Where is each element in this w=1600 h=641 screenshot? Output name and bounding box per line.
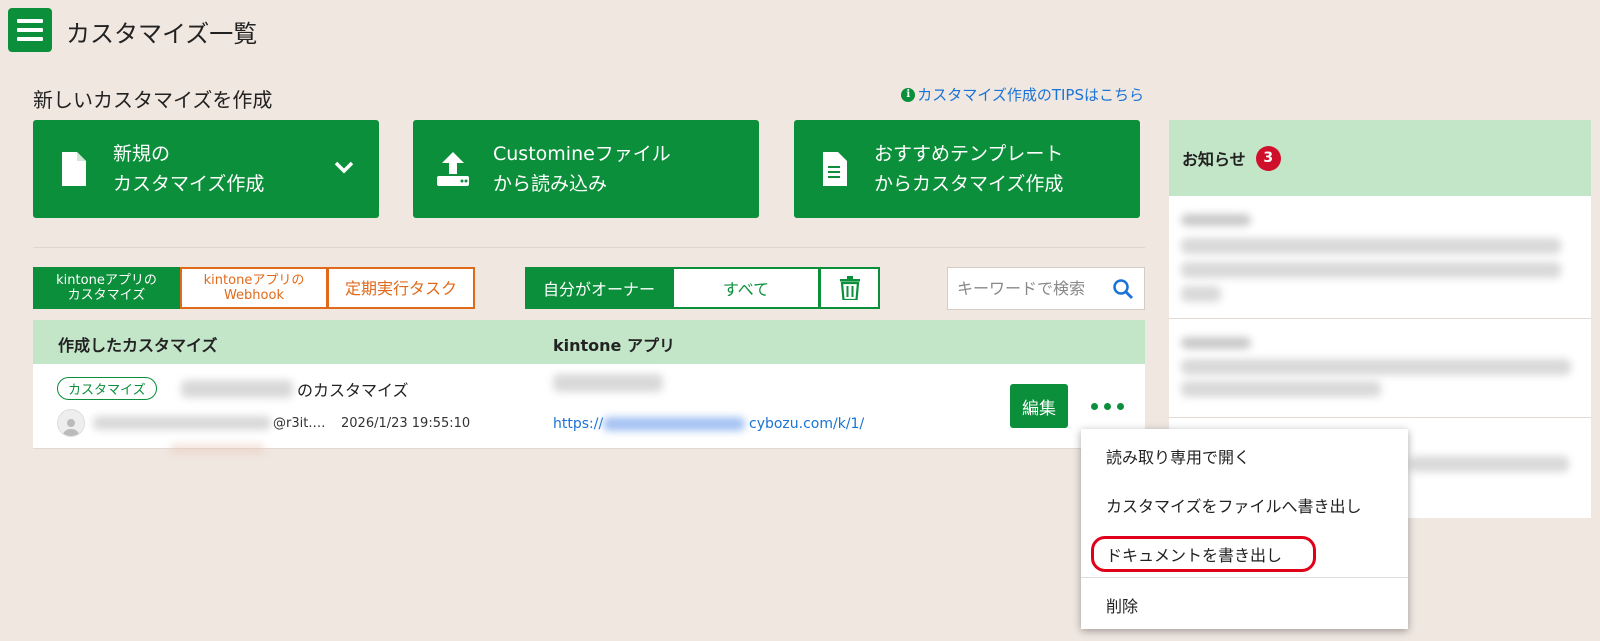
search-box (947, 267, 1145, 310)
menu-icon-bar (17, 37, 43, 41)
app-url-prefix[interactable]: https:// (553, 416, 603, 432)
edit-button[interactable]: 編集 (1010, 384, 1068, 428)
redacted-name (181, 380, 293, 398)
page-title: カスタマイズ一覧 (66, 20, 258, 48)
notice-text (1181, 381, 1381, 397)
import-file-label: Customineファイル から読み込み (493, 143, 671, 195)
notice-text (1181, 286, 1221, 302)
menu-icon-bar (17, 19, 43, 23)
notice-date (1181, 337, 1251, 349)
more-options-menu: 読み取り専用で開く カスタマイズをファイルへ書き出し ドキュメントを書き出し 削… (1081, 429, 1408, 629)
import-file-button[interactable]: Customineファイル から読み込み (413, 120, 759, 218)
redacted-url (603, 417, 745, 431)
trash-icon (839, 276, 860, 300)
tab-kintone-webhook[interactable]: kintoneアプリの Webhook (180, 267, 328, 309)
notice-count-badge: 3 (1255, 145, 1281, 171)
new-customize-button[interactable]: 新規の カスタマイズ作成 (33, 120, 379, 218)
notice-text (1181, 238, 1561, 254)
redacted-owner (93, 416, 271, 430)
upload-icon (413, 152, 493, 186)
menu-button[interactable] (8, 8, 52, 52)
template-button[interactable]: おすすめテンプレート からカスタマイズ作成 (794, 120, 1140, 218)
trash-button[interactable] (819, 267, 880, 309)
info-icon: i (901, 87, 916, 102)
menu-divider (1081, 577, 1408, 578)
table-row[interactable]: カスタマイズ のカスタマイズ @r3it.… 2026/1/23 19:55:1… (33, 364, 1145, 449)
notice-item[interactable] (1169, 196, 1591, 319)
table-header: 作成したカスタマイズ kintone アプリ (33, 320, 1145, 364)
redacted-extra (170, 444, 265, 454)
avatar (57, 409, 85, 437)
more-dot (1103, 402, 1111, 410)
menu-icon-bar (17, 28, 43, 32)
tips-link[interactable]: i カスタマイズ作成のTIPSはこちら (901, 84, 1144, 105)
menu-item-export-document[interactable]: ドキュメントを書き出し (1106, 542, 1282, 566)
notice-title: お知らせ (1182, 150, 1246, 169)
column-header-customize: 作成したカスタマイズ (58, 336, 218, 355)
tab-my-owner[interactable]: 自分がオーナー (525, 267, 673, 309)
file-icon (33, 152, 113, 186)
owner-email: @r3it.… (273, 416, 326, 431)
tab-all[interactable]: すべて (672, 267, 820, 309)
column-header-app: kintone アプリ (553, 336, 675, 355)
type-tag: カスタマイズ (57, 377, 157, 400)
notice-text (1409, 456, 1569, 472)
menu-item-open-readonly[interactable]: 読み取り専用で開く (1106, 444, 1250, 468)
more-options-button[interactable] (1081, 390, 1133, 422)
notice-text (1181, 262, 1561, 278)
updated-date: 2026/1/23 19:55:10 (341, 416, 471, 431)
document-icon (794, 152, 874, 186)
customize-name-suffix: のカスタマイズ (297, 381, 409, 400)
template-label: おすすめテンプレート からカスタマイズ作成 (874, 143, 1064, 195)
divider (33, 247, 1145, 248)
notice-item[interactable] (1169, 319, 1591, 418)
search-icon[interactable] (1112, 278, 1134, 304)
notice-date (1181, 214, 1251, 226)
notice-text (1181, 359, 1571, 375)
tab-scheduled-task[interactable]: 定期実行タスク (327, 267, 475, 309)
menu-item-export-file[interactable]: カスタマイズをファイルへ書き出し (1106, 493, 1362, 517)
notice-header: お知らせ 3 (1169, 120, 1591, 196)
app-url[interactable]: cybozu.com/k/1/ (749, 416, 864, 432)
menu-item-delete[interactable]: 削除 (1106, 593, 1138, 617)
tips-link-label: カスタマイズ作成のTIPSはこちら (917, 86, 1144, 104)
search-input[interactable] (957, 279, 1107, 298)
tab-kintone-customize[interactable]: kintoneアプリの カスタマイズ (33, 267, 180, 309)
chevron-down-icon[interactable] (333, 156, 355, 182)
redacted-app-name (553, 374, 663, 392)
create-section-title: 新しいカスタマイズを作成 (33, 88, 273, 112)
more-dot (1090, 402, 1098, 410)
more-dot (1116, 402, 1124, 410)
new-customize-label: 新規の カスタマイズ作成 (113, 143, 265, 195)
